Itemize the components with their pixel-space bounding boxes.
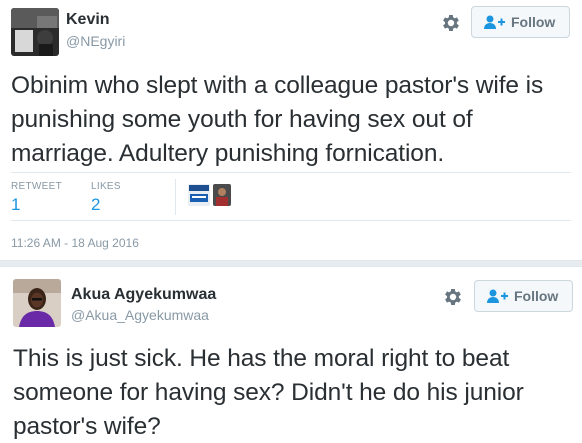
gear-icon[interactable] [442,286,464,308]
follow-label: Follow [514,288,559,304]
tweet-stats: RETWEET 1 LIKES 2 [11,172,571,221]
tweet-card: Kevin @NEgyiri Follow Obinim who slept w… [0,0,582,261]
retweet-stat[interactable]: RETWEET 1 [11,181,62,215]
author-name[interactable]: Akua Agyekumwaa [71,286,216,304]
liker-avatar[interactable] [213,184,231,206]
follow-label: Follow [511,14,556,30]
author-name[interactable]: Kevin [66,11,110,29]
follow-button[interactable]: Follow [474,280,574,312]
retweet-count[interactable]: 1 [11,195,62,215]
follow-button[interactable]: Follow [471,6,571,38]
liker-avatar[interactable] [188,184,210,206]
avatar[interactable] [11,8,59,56]
avatar[interactable] [13,279,61,327]
likes-label: LIKES [91,181,121,192]
author-handle[interactable]: @NEgyiri [66,33,125,49]
likes-stat[interactable]: LIKES 2 [91,181,121,215]
retweet-label: RETWEET [11,181,62,192]
gear-icon[interactable] [440,12,462,34]
follow-person-plus-icon [484,15,505,29]
tweet-text: This is just sick. He has the moral righ… [13,345,524,440]
author-handle[interactable]: @Akua_Agyekumwaa [71,307,209,323]
tweet-text: Obinim who slept with a colleague pastor… [11,72,544,167]
stats-divider [175,179,176,215]
tweet-card: Akua Agyekumwaa @Akua_Agyekumwaa Follow … [0,266,582,443]
tweet-timestamp[interactable]: 11:26 AM - 18 Aug 2016 [11,236,139,250]
follow-person-plus-icon [487,289,508,303]
likes-count[interactable]: 2 [91,195,121,215]
